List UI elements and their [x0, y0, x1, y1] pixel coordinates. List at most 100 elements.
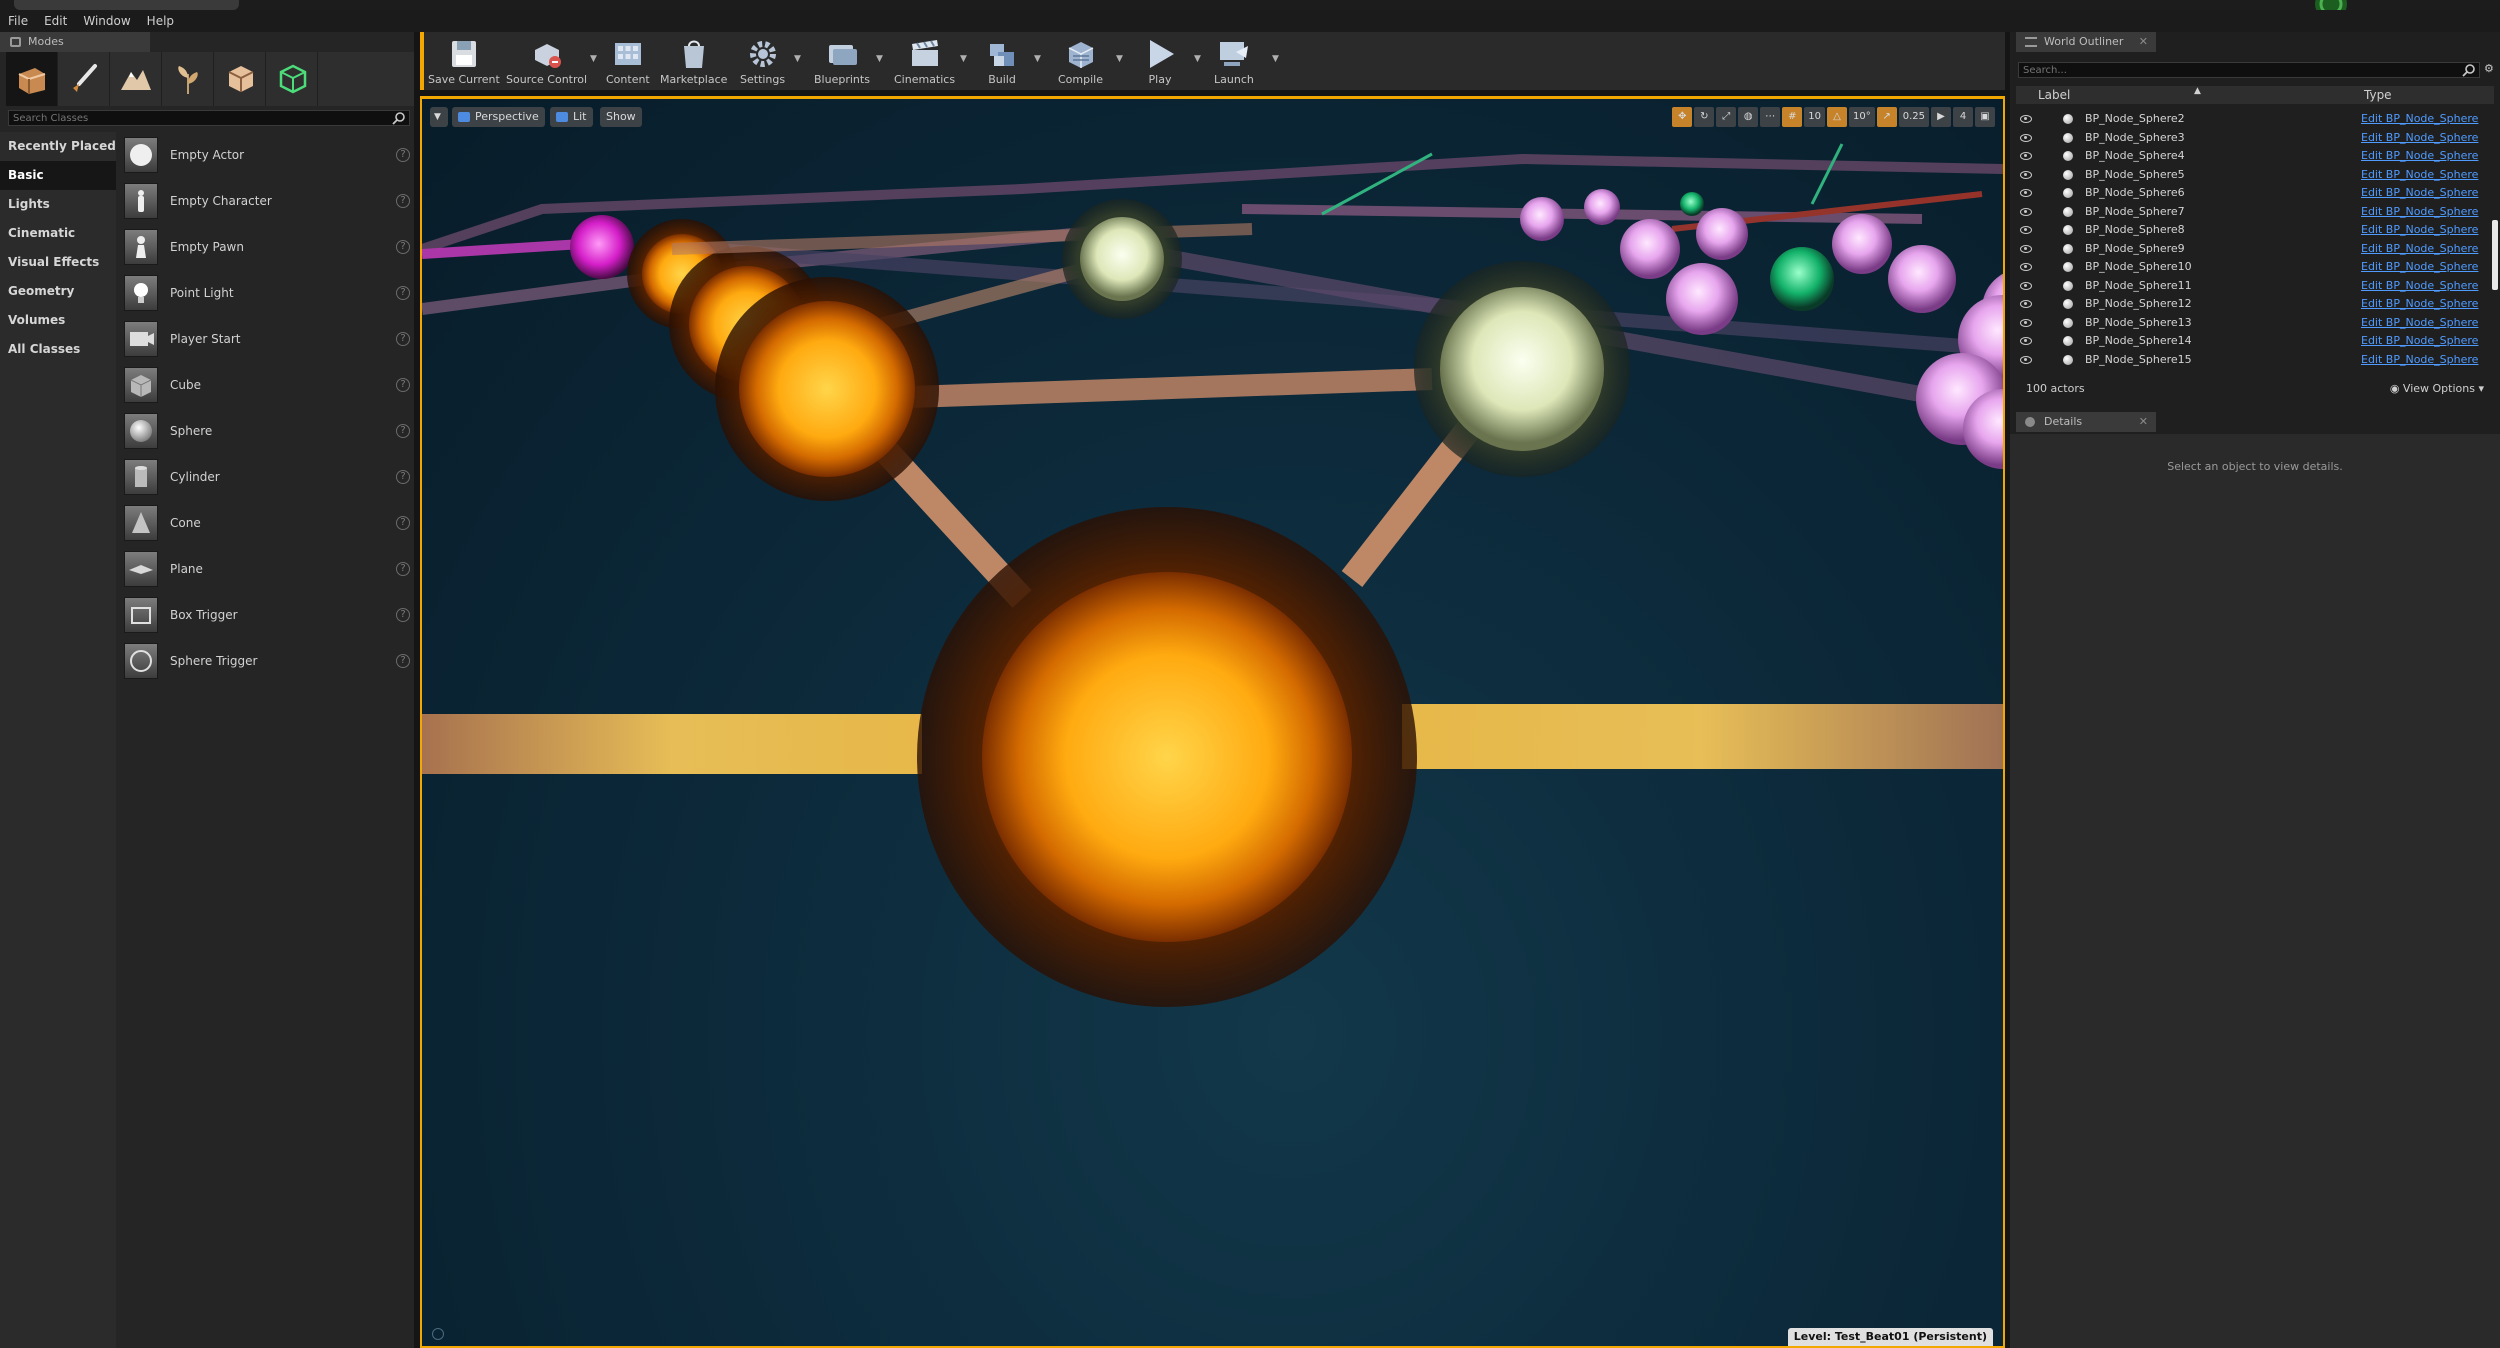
- launch-button[interactable]: Launch: [1214, 36, 1254, 88]
- category-geometry[interactable]: Geometry: [0, 277, 116, 306]
- cinematics-dropdown-icon[interactable]: ▼: [960, 54, 967, 64]
- visibility-eye-icon[interactable]: [2020, 189, 2032, 197]
- outliner-row[interactable]: BP_Node_Sphere5 Edit BP_Node_Sphere: [2016, 166, 2494, 185]
- marketplace-button[interactable]: Marketplace: [660, 36, 727, 88]
- play-dropdown-icon[interactable]: ▼: [1194, 54, 1201, 64]
- outliner-row[interactable]: BP_Node_Sphere3 Edit BP_Node_Sphere: [2016, 129, 2494, 148]
- blueprints-dropdown-icon[interactable]: ▼: [876, 54, 883, 64]
- outliner-scrollbar[interactable]: [2492, 220, 2498, 290]
- build-button[interactable]: Build: [984, 36, 1020, 88]
- class-item-box-trigger[interactable]: Box Trigger ?: [120, 592, 410, 638]
- help-icon[interactable]: ?: [396, 516, 410, 530]
- viewport-scene[interactable]: [422, 99, 2003, 1346]
- show-button[interactable]: Show: [600, 107, 642, 127]
- class-item-cylinder[interactable]: Cylinder ?: [120, 454, 410, 500]
- class-item-point-light[interactable]: Point Light ?: [120, 270, 410, 316]
- camera-speed-icon[interactable]: ▶: [1931, 107, 1951, 127]
- category-visual-effects[interactable]: Visual Effects: [0, 248, 116, 277]
- help-icon[interactable]: ?: [396, 608, 410, 622]
- category-all-classes[interactable]: All Classes: [0, 335, 116, 364]
- rotate-icon[interactable]: ↻: [1694, 107, 1715, 127]
- class-item-sphere[interactable]: Sphere ?: [120, 408, 410, 454]
- visibility-eye-icon[interactable]: [2020, 300, 2032, 308]
- outliner-search-input[interactable]: [2018, 62, 2480, 78]
- search-classes-input[interactable]: [8, 110, 410, 126]
- search-icon[interactable]: [392, 111, 406, 125]
- compile-button[interactable]: Compile: [1058, 36, 1103, 88]
- outliner-settings-icon[interactable]: ⚙: [2484, 62, 2498, 78]
- class-item-cube[interactable]: Cube ?: [120, 362, 410, 408]
- build-dropdown-icon[interactable]: ▼: [1034, 54, 1041, 64]
- label-column-header[interactable]: Label: [2038, 88, 2070, 102]
- maximize-viewport-icon[interactable]: ▣: [1975, 107, 1995, 127]
- settings-button[interactable]: Settings: [740, 36, 785, 88]
- class-item-cone[interactable]: Cone ?: [120, 500, 410, 546]
- visibility-eye-icon[interactable]: [2020, 115, 2032, 123]
- paint-mode-button[interactable]: [58, 52, 110, 106]
- source-control-dropdown-icon[interactable]: ▼: [590, 54, 597, 64]
- outliner-row[interactable]: BP_Node_Sphere9 Edit BP_Node_Sphere: [2016, 240, 2494, 259]
- class-item-empty-actor[interactable]: Empty Actor ?: [120, 132, 410, 178]
- settings-dropdown-icon[interactable]: ▼: [794, 54, 801, 64]
- rotation-snap-icon[interactable]: △: [1827, 107, 1847, 127]
- help-icon[interactable]: ?: [396, 240, 410, 254]
- sort-ascending-icon[interactable]: ▲: [2194, 86, 2201, 96]
- category-cinematic[interactable]: Cinematic: [0, 219, 116, 248]
- rotation-snap-value[interactable]: 10°: [1849, 107, 1875, 127]
- scale-snap-icon[interactable]: ↗: [1876, 107, 1897, 127]
- perspective-button[interactable]: Perspective: [452, 107, 545, 127]
- cinematics-button[interactable]: Cinematics: [894, 36, 955, 88]
- category-volumes[interactable]: Volumes: [0, 306, 116, 335]
- visibility-eye-icon[interactable]: [2020, 226, 2032, 234]
- class-item-sphere-trigger[interactable]: Sphere Trigger ?: [120, 638, 410, 684]
- menu-window[interactable]: Window: [75, 10, 138, 32]
- content-button[interactable]: Content: [606, 36, 650, 88]
- viewport-options-button[interactable]: ▼: [430, 107, 448, 127]
- visibility-eye-icon[interactable]: [2020, 207, 2032, 216]
- outliner-row[interactable]: BP_Node_Sphere7 Edit BP_Node_Sphere: [2016, 203, 2494, 222]
- document-tab[interactable]: [14, 0, 239, 10]
- visibility-eye-icon[interactable]: [2020, 281, 2032, 290]
- world-space-icon[interactable]: ◍: [1738, 107, 1759, 127]
- visibility-eye-icon[interactable]: [2020, 263, 2032, 271]
- outliner-row[interactable]: BP_Node_Sphere12 Edit BP_Node_Sphere: [2016, 295, 2494, 314]
- place-mode-button[interactable]: [6, 52, 58, 106]
- help-icon[interactable]: ?: [396, 286, 410, 300]
- blueprints-button[interactable]: Blueprints: [814, 36, 870, 88]
- view-options-button[interactable]: ◉ View Options ▾: [2390, 380, 2484, 398]
- search-icon[interactable]: [2462, 63, 2476, 77]
- type-column-header[interactable]: Type: [2364, 88, 2392, 102]
- camera-speed-value[interactable]: 4: [1953, 107, 1973, 127]
- scale-icon[interactable]: ⤢: [1716, 107, 1737, 127]
- help-icon[interactable]: ?: [396, 194, 410, 208]
- grid-snap-value[interactable]: 10: [1804, 107, 1825, 127]
- help-icon[interactable]: ?: [396, 562, 410, 576]
- scale-snap-value[interactable]: 0.25: [1898, 107, 1929, 127]
- menu-file[interactable]: File: [0, 10, 36, 32]
- visibility-eye-icon[interactable]: [2020, 152, 2032, 160]
- help-icon[interactable]: ?: [396, 148, 410, 162]
- class-item-empty-character[interactable]: Empty Character ?: [120, 178, 410, 224]
- outliner-row[interactable]: BP_Node_Sphere14 Edit BP_Node_Sphere: [2016, 332, 2494, 351]
- outliner-row[interactable]: BP_Node_Sphere4 Edit BP_Node_Sphere: [2016, 147, 2494, 166]
- help-icon[interactable]: ?: [396, 470, 410, 484]
- close-icon[interactable]: ✕: [2139, 32, 2148, 52]
- help-icon[interactable]: ?: [396, 378, 410, 392]
- outliner-row[interactable]: BP_Node_Sphere13 Edit BP_Node_Sphere: [2016, 314, 2494, 333]
- category-lights[interactable]: Lights: [0, 190, 116, 219]
- visibility-eye-icon[interactable]: [2020, 244, 2032, 253]
- outliner-row[interactable]: BP_Node_Sphere8 Edit BP_Node_Sphere: [2016, 221, 2494, 240]
- outliner-row[interactable]: BP_Node_Sphere11 Edit BP_Node_Sphere: [2016, 277, 2494, 296]
- visibility-eye-icon[interactable]: [2020, 355, 2032, 364]
- help-icon[interactable]: ?: [396, 332, 410, 346]
- level-viewport[interactable]: ▼ Perspective Lit Show ✥ ↻ ⤢ ◍ ⋯ # 10 △ …: [420, 96, 2005, 1348]
- category-basic[interactable]: Basic: [0, 161, 116, 190]
- mesh-paint-mode-button[interactable]: [266, 52, 318, 106]
- source-control-button[interactable]: Source Control: [506, 36, 587, 88]
- category-recently-placed[interactable]: Recently Placed: [0, 132, 116, 161]
- visibility-eye-icon[interactable]: [2020, 337, 2032, 345]
- landscape-mode-button[interactable]: [110, 52, 162, 106]
- foliage-mode-button[interactable]: [162, 52, 214, 106]
- outliner-row[interactable]: BP_Node_Sphere6 Edit BP_Node_Sphere: [2016, 184, 2494, 203]
- visibility-eye-icon[interactable]: [2020, 133, 2032, 142]
